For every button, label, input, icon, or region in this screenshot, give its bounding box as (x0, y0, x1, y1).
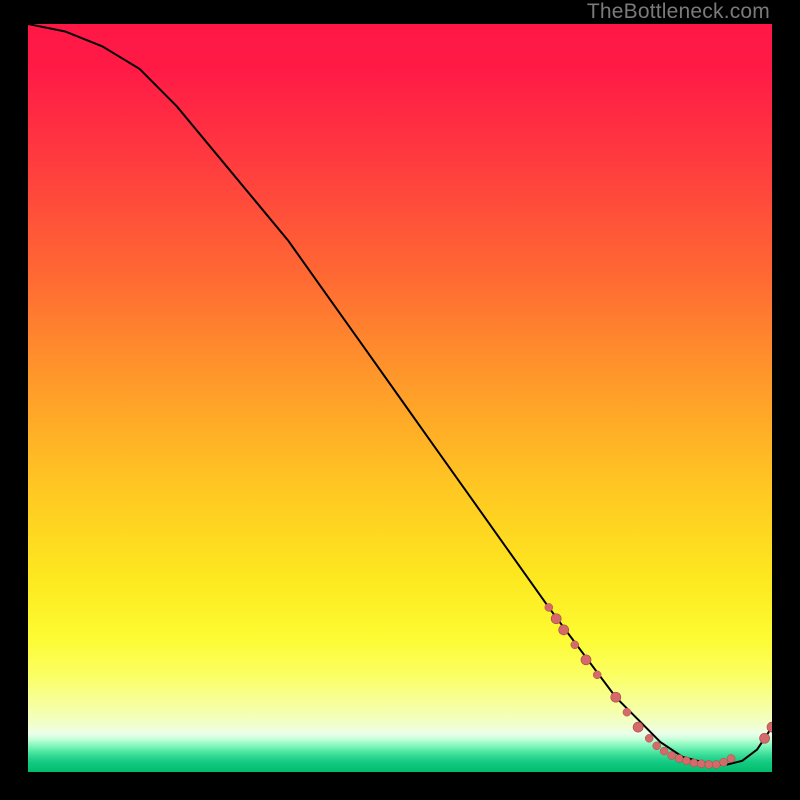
curve-marker (623, 708, 631, 716)
curve-marker (593, 671, 601, 679)
curve-markers (545, 603, 772, 768)
plot-area (28, 24, 772, 772)
curve-marker (705, 761, 713, 769)
curve-marker (633, 722, 643, 732)
watermark-text: TheBottleneck.com (587, 0, 770, 24)
curve-marker (653, 742, 661, 750)
curve-marker (767, 722, 772, 732)
curve-marker (668, 752, 676, 760)
curve-marker (581, 655, 591, 665)
curve-marker (675, 755, 683, 763)
chart-stage: TheBottleneck.com (0, 0, 800, 800)
curve-marker (690, 759, 698, 767)
curve-svg (28, 24, 772, 772)
curve-marker (559, 625, 569, 635)
curve-marker (682, 757, 690, 765)
curve-marker (645, 734, 653, 742)
curve-marker (760, 733, 770, 743)
bottleneck-curve-line (28, 24, 772, 765)
curve-marker (551, 614, 561, 624)
curve-marker (697, 760, 705, 768)
curve-marker (545, 603, 553, 611)
curve-marker (727, 755, 735, 763)
curve-marker (571, 641, 579, 649)
curve-marker (712, 761, 720, 769)
curve-marker (720, 758, 728, 766)
curve-marker (611, 692, 621, 702)
curve-marker (660, 747, 668, 755)
